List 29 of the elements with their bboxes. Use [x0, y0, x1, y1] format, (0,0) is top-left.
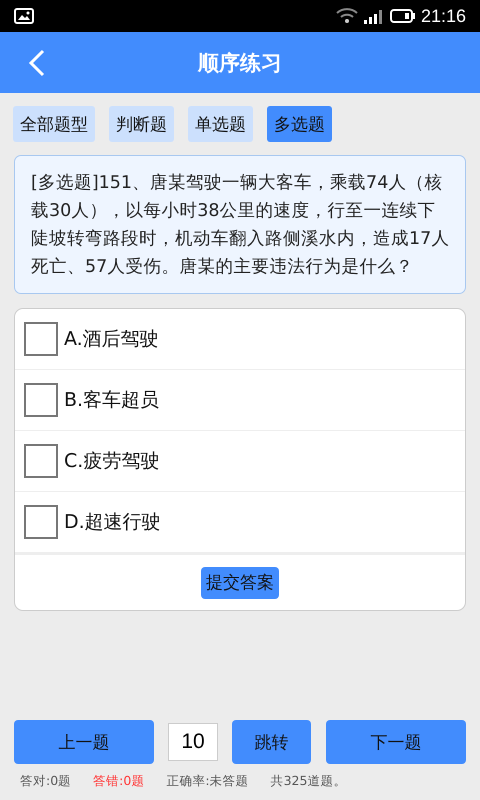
- stat-text: 共325道题。: [270, 773, 346, 790]
- option-label: A.酒后驾驶: [64, 327, 159, 352]
- next-button[interactable]: 下一题: [326, 720, 466, 764]
- tab[interactable]: 全部题型: [13, 106, 95, 142]
- stat-text: 正确率:未答题: [166, 773, 249, 790]
- option-label: C.疲劳驾驶: [64, 449, 160, 474]
- question-number-field[interactable]: 10: [168, 723, 218, 761]
- clock-time: 21:16: [420, 6, 466, 26]
- jump-button[interactable]: 跳转: [232, 720, 311, 764]
- tab[interactable]: 单选题: [188, 106, 253, 142]
- tab[interactable]: 多选题: [267, 106, 332, 142]
- checkbox[interactable]: [24, 383, 58, 417]
- battery-icon: [390, 8, 416, 24]
- image-icon: [14, 8, 34, 24]
- tab[interactable]: 判断题: [109, 106, 174, 142]
- option-label: B.客车超员: [64, 388, 160, 413]
- checkbox[interactable]: [24, 505, 58, 539]
- signal-icon: [362, 8, 385, 24]
- page-title: 顺序练习: [198, 50, 282, 76]
- back-icon[interactable]: [28, 49, 46, 77]
- question-text: [多选题]151、唐某驾驶一辆大客车，乘载74人（核载30人），以每小时38公里的速度，行至一连续下陡坡转弯路段时，机动车翻入路侧溪水内，造成17人死亡、57人受伤。唐某的主要违法行为是什么？: [14, 155, 466, 294]
- wifi-icon: [336, 8, 358, 24]
- stat-text: 答对:0题: [20, 773, 72, 790]
- submit-button[interactable]: 提交答案: [201, 566, 279, 598]
- previous-button[interactable]: 上一题: [14, 720, 154, 764]
- option-label: D.超速行驶: [64, 510, 161, 535]
- checkbox[interactable]: [24, 444, 58, 478]
- checkbox[interactable]: [24, 322, 58, 356]
- stat-text: 答错:0题: [93, 773, 144, 790]
